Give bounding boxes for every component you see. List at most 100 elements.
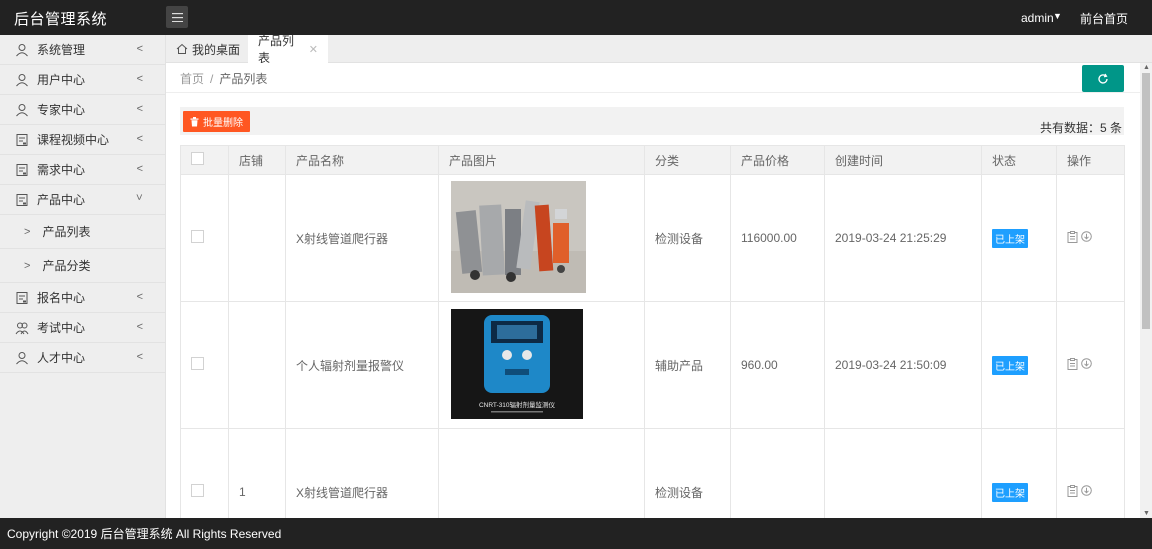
sidebar-item-label: 人才中心 xyxy=(37,351,86,365)
front-page-link[interactable]: 前台首页 xyxy=(1080,10,1128,27)
chevron-down-icon: < xyxy=(133,193,146,201)
sidebar: 系统管理 < 用户中心 < 专家中心 < 课程视频中心 < 需求中心 < 产品中… xyxy=(0,35,166,518)
shop-cell: 1 xyxy=(228,428,286,518)
document-icon xyxy=(15,163,29,177)
column-header: 分类 xyxy=(644,145,731,175)
actions-cell xyxy=(1056,174,1125,302)
breadcrumb-current: 产品列表 xyxy=(219,72,268,86)
sidebar-item-course-video[interactable]: 课程视频中心 < xyxy=(0,125,165,155)
product-name-cell: X射线管道爬行器 xyxy=(285,428,439,518)
sidebar-item-products[interactable]: 产品中心 < xyxy=(0,185,165,215)
shop-cell xyxy=(228,174,286,302)
status-badge: 已上架 xyxy=(992,355,1028,375)
scroll-up-arrow-icon[interactable]: ▲ xyxy=(1143,64,1150,71)
document-icon xyxy=(15,193,29,207)
vertical-scrollbar[interactable]: ▲ ▼ xyxy=(1140,63,1152,518)
price-cell: 960.00 xyxy=(730,301,825,429)
table-header-row: 店铺 产品名称 产品图片 分类 产品价格 创建时间 状态 操作 xyxy=(180,145,1125,175)
category-cell: 检测设备 xyxy=(644,174,731,302)
download-icon[interactable] xyxy=(1081,485,1092,496)
chevron-right-icon: > xyxy=(24,225,31,238)
download-icon[interactable] xyxy=(1081,358,1092,369)
category-cell: 辅助产品 xyxy=(644,301,731,429)
sidebar-item-label: 考试中心 xyxy=(37,321,86,335)
product-image-caption: CNRT-310辐射剂量监测仪 xyxy=(479,400,556,409)
sidebar-item-label: 用户中心 xyxy=(37,73,86,87)
table-row: X射线管道爬行器 检测设备 116000.00 2019-03-24 21:25… xyxy=(180,174,1125,302)
product-image-cell: CNRT-310辐射剂量监测仪 xyxy=(438,301,645,429)
user-icon xyxy=(15,351,29,365)
status-badge: 已上架 xyxy=(992,482,1028,502)
scroll-down-arrow-icon[interactable]: ▼ xyxy=(1143,510,1150,517)
edit-icon[interactable] xyxy=(1067,357,1078,370)
status-cell: 已上架 xyxy=(981,301,1057,429)
batch-delete-button[interactable]: 批量删除 xyxy=(183,111,250,132)
table-row: 个人辐射剂量报警仪 CNRT-310辐射剂量监测仪 辅助产品 960.00 20… xyxy=(180,301,1125,429)
tab-home-label: 我的桌面 xyxy=(192,42,241,57)
sidebar-item-experts[interactable]: 专家中心 < xyxy=(0,95,165,125)
header-select-all[interactable] xyxy=(180,145,229,175)
user-icon xyxy=(15,43,29,57)
sidebar-item-label: 报名中心 xyxy=(37,291,86,305)
user-icon xyxy=(15,73,29,87)
created-time-cell: 2019-03-24 21:50:09 xyxy=(824,301,982,429)
created-time-cell xyxy=(824,428,982,518)
product-name-cell: 个人辐射剂量报警仪 xyxy=(285,301,439,429)
document-icon xyxy=(15,133,29,147)
refresh-button[interactable] xyxy=(1082,65,1124,92)
hamburger-icon xyxy=(171,12,183,22)
sidebar-item-label: 产品中心 xyxy=(37,193,86,207)
caret-down-icon[interactable]: ▼ xyxy=(1053,11,1062,21)
tab-product-list[interactable]: 产品列表 ✕ xyxy=(248,34,328,65)
main-content: 首页 / 产品列表 批量删除 共有数据：5 条 店铺 产品名称 产品图片 分类 产品… xyxy=(166,63,1140,518)
row-select-cell xyxy=(180,174,229,302)
sidebar-item-talent[interactable]: 人才中心 < xyxy=(0,343,165,373)
product-image-cell xyxy=(438,428,645,518)
price-cell xyxy=(730,428,825,518)
edit-icon[interactable] xyxy=(1067,484,1078,497)
refresh-icon xyxy=(1098,73,1108,84)
product-table: 店铺 产品名称 产品图片 分类 产品价格 创建时间 状态 操作 X射线管道爬行器 xyxy=(180,145,1125,518)
tab-product-list-label: 产品列表 xyxy=(258,34,295,65)
scrollbar-thumb[interactable] xyxy=(1142,73,1150,329)
status-cell: 已上架 xyxy=(981,428,1057,518)
sidebar-item-system[interactable]: 系统管理 < xyxy=(0,35,165,65)
tab-home[interactable]: 我的桌面 xyxy=(166,35,250,63)
product-name-cell: X射线管道爬行器 xyxy=(285,174,439,302)
sidebar-item-users[interactable]: 用户中心 < xyxy=(0,65,165,95)
close-icon[interactable]: ✕ xyxy=(309,43,318,56)
status-cell: 已上架 xyxy=(981,174,1057,302)
menu-toggle-button[interactable] xyxy=(166,6,188,28)
row-checkbox[interactable] xyxy=(191,357,204,370)
actions-cell xyxy=(1056,301,1125,429)
row-checkbox[interactable] xyxy=(191,230,204,243)
sidebar-item-label: 需求中心 xyxy=(37,163,86,177)
sidebar-subitem-label: 产品分类 xyxy=(42,259,91,273)
sidebar-subitem-product-category[interactable]: > 产品分类 xyxy=(0,249,165,283)
sidebar-item-demand[interactable]: 需求中心 < xyxy=(0,155,165,185)
sidebar-subitem-product-list[interactable]: > 产品列表 xyxy=(0,215,165,249)
breadcrumb-home[interactable]: 首页 xyxy=(180,72,204,86)
sidebar-item-exams[interactable]: 考试中心 < xyxy=(0,313,165,343)
batch-delete-label: 批量删除 xyxy=(203,118,243,129)
select-all-checkbox[interactable] xyxy=(191,152,204,165)
row-checkbox[interactable] xyxy=(191,484,204,497)
home-icon xyxy=(176,43,188,54)
chevron-left-icon: < xyxy=(136,351,143,363)
table-row: 1 X射线管道爬行器 检测设备 已上架 xyxy=(180,428,1125,518)
download-icon[interactable] xyxy=(1081,231,1092,242)
document-icon xyxy=(15,291,29,305)
user-menu[interactable]: admin xyxy=(1021,11,1054,25)
edit-icon[interactable] xyxy=(1067,230,1078,243)
record-count: 共有数据：5 条 xyxy=(1039,121,1122,135)
column-header: 创建时间 xyxy=(824,145,982,175)
column-header: 产品价格 xyxy=(730,145,825,175)
chevron-left-icon: < xyxy=(136,163,143,175)
chevron-left-icon: < xyxy=(136,133,143,145)
sidebar-item-registration[interactable]: 报名中心 < xyxy=(0,283,165,313)
user-icon xyxy=(15,103,29,117)
product-image-cell xyxy=(438,174,645,302)
sidebar-item-label: 课程视频中心 xyxy=(37,133,110,147)
breadcrumb-divider xyxy=(166,92,1140,93)
column-header: 产品名称 xyxy=(285,145,439,175)
